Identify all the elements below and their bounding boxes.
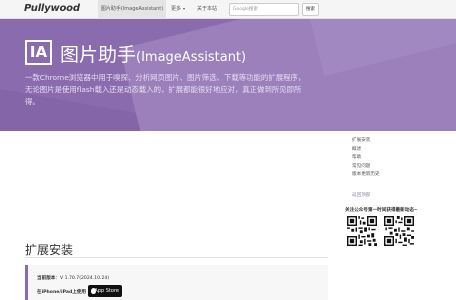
title-cn: 图片助手 <box>60 44 137 66</box>
nav-more-label: 更多 <box>171 6 182 12</box>
sidebar-item-install[interactable]: 扩展安装 <box>352 137 380 146</box>
appstore-label: App Store <box>94 288 119 294</box>
page-title: 图片助手(ImageAssistant) <box>60 40 246 67</box>
search-button[interactable]: 搜索 <box>302 3 319 16</box>
qr-code-image <box>384 216 414 246</box>
follow-text: 关注公众号第一时间获得最新动态~ <box>345 208 418 213</box>
section-divider <box>25 257 328 258</box>
sidebar-item-overview[interactable]: 概述 <box>352 146 380 155</box>
qr-code-icon <box>384 216 414 246</box>
sidebar-item-faq[interactable]: 常见问题 <box>352 163 380 172</box>
title-en: (ImageAssistant) <box>136 50 247 65</box>
search-input[interactable]: Google搜索 <box>229 3 299 16</box>
install-info-card: 当前版本：V 1.70.7(2024.10.24) 在iPhone/iPad上使… <box>25 265 328 300</box>
nav-item-about[interactable]: 关于本站 <box>197 0 217 19</box>
sidebar-item-help[interactable]: 帮助 <box>352 154 380 163</box>
nav-item-more[interactable]: 更多 <box>171 0 186 19</box>
version-info: 当前版本：V 1.70.7(2024.10.24) <box>37 275 109 281</box>
ios-label: 在iPhone/iPad上使用 <box>37 290 87 295</box>
nav-item-imageassistant[interactable]: 图片助手(ImageAssistant) <box>98 0 166 19</box>
qr-code-image <box>347 216 377 246</box>
version-label: 当前版本 <box>37 276 56 281</box>
back-to-top-link[interactable]: 返回顶部 <box>352 192 370 198</box>
ia-logo-icon: IA <box>25 40 52 65</box>
sidebar-nav: 扩展安装 概述 帮助 常见问题 版本更新历史 <box>352 137 380 180</box>
sidebar-item-changelog[interactable]: 版本更新历史 <box>352 171 380 180</box>
top-navbar: Pullywood 图片助手(ImageAssistant) 更多 关于本站 G… <box>0 0 456 19</box>
appstore-button[interactable]: App Store <box>88 285 122 297</box>
version-value: ：V 1.70.7(2024.10.24) <box>55 276 110 281</box>
hero-banner: IA 图片助手(ImageAssistant) 一款Chrome浏览器中用于嗅探… <box>0 19 456 131</box>
apple-icon <box>91 288 96 294</box>
chevron-down-icon <box>183 7 186 10</box>
site-logo[interactable]: Pullywood <box>24 3 80 14</box>
hero-description: 一款Chrome浏览器中用于嗅探、分析网页图片、图片筛选、下载等功能的扩展程序，… <box>25 73 306 106</box>
nav-about-label: 关于本站 <box>197 6 218 12</box>
section-title-install: 扩展安装 <box>25 243 74 257</box>
qr-code-icon <box>347 216 377 246</box>
